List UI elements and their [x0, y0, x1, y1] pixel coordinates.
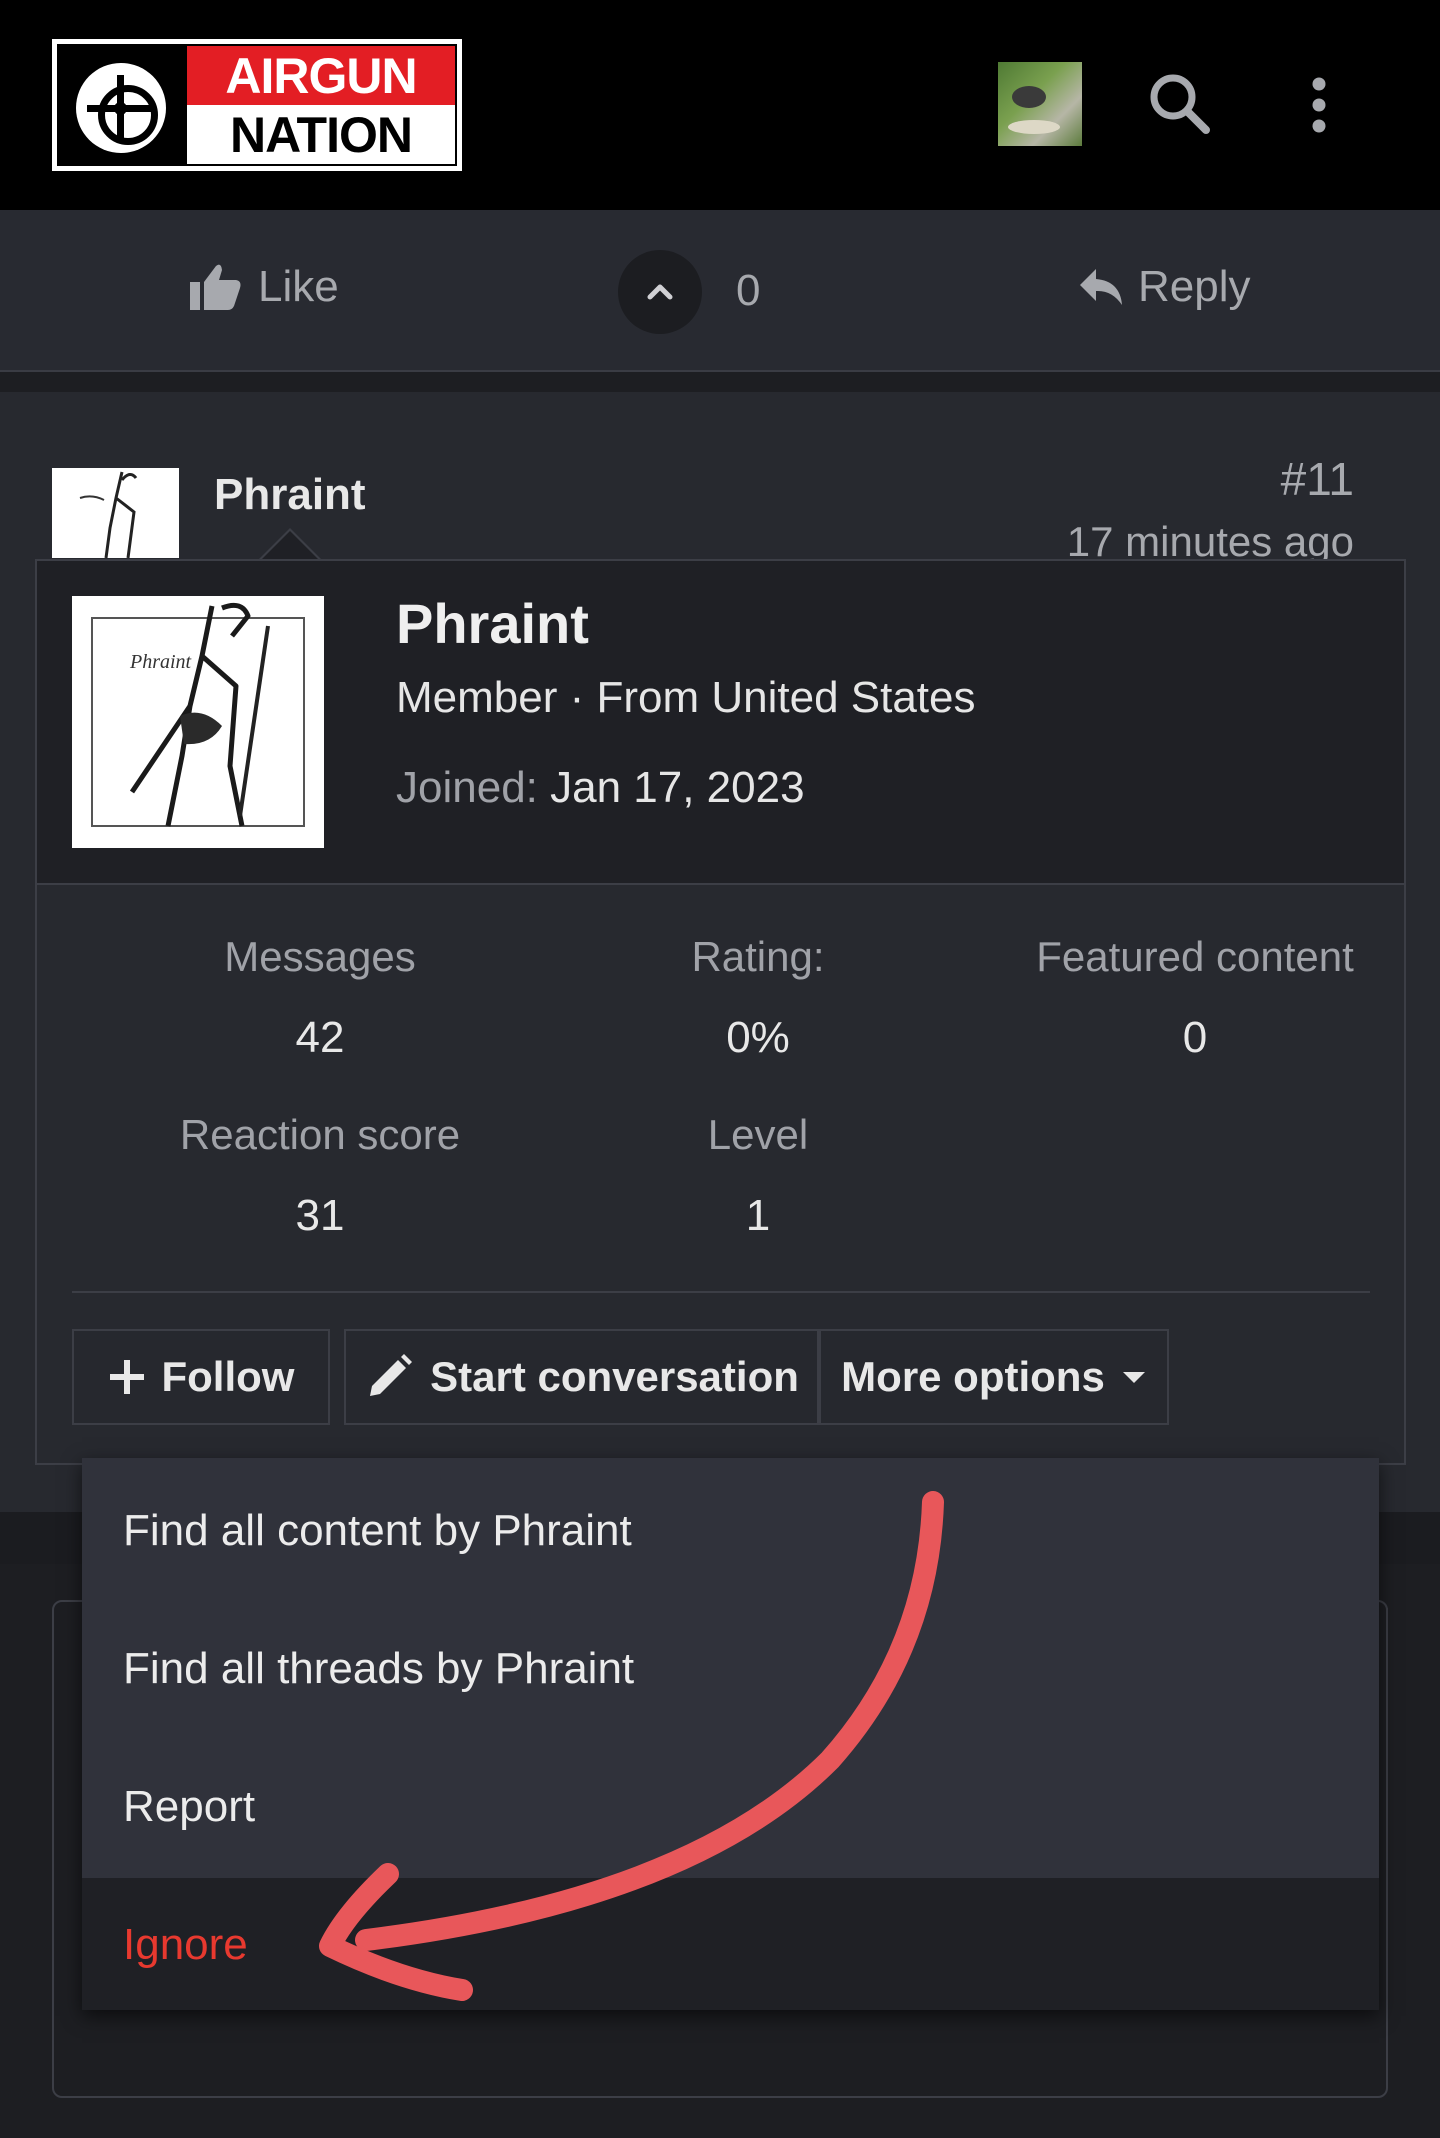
like-button[interactable]: Like: [188, 262, 339, 312]
search-button[interactable]: [1140, 64, 1220, 144]
current-user-avatar[interactable]: [998, 62, 1082, 146]
post-number[interactable]: #11: [1281, 452, 1354, 506]
stat-label: Level: [707, 1111, 809, 1158]
start-conversation-button[interactable]: Start conversation: [344, 1329, 819, 1425]
chevron-up-icon: [647, 284, 673, 300]
menu-item-report[interactable]: Report: [123, 1782, 255, 1832]
more-menu-button[interactable]: [1280, 64, 1360, 144]
vote-count: 0: [736, 266, 761, 315]
stat-rating: Rating: 0%: [538, 933, 978, 1063]
tooltip-divider: [72, 1291, 1370, 1293]
joined-value: Jan 17, 2023: [550, 763, 805, 812]
member-name[interactable]: Phraint: [396, 591, 589, 656]
member-meta: Member · From United States: [396, 673, 976, 722]
reply-arrow-icon: [1080, 269, 1122, 305]
site-logo[interactable]: AIRGUN NATION: [52, 39, 462, 171]
logo-text-line1: AIRGUN: [187, 46, 455, 105]
stat-value: 31: [295, 1191, 345, 1240]
joined-label: Joined:: [396, 763, 538, 812]
member-joined: Joined: Jan 17, 2023: [396, 763, 805, 813]
stat-label: Featured content: [1036, 933, 1354, 980]
svg-text:Phraint: Phraint: [129, 651, 192, 673]
stat-label: Reaction score: [179, 1111, 461, 1158]
crosshair-logo-icon: [59, 46, 187, 164]
more-options-menu: Find all content by Phraint Find all thr…: [82, 1458, 1379, 2010]
reply-button[interactable]: Reply: [1078, 262, 1251, 312]
logo-text-line2: NATION: [187, 105, 455, 164]
search-icon: [1150, 74, 1210, 134]
stat-value: 0%: [726, 1013, 790, 1062]
plus-icon: [109, 1360, 144, 1394]
more-options-button[interactable]: More options: [819, 1329, 1169, 1425]
reply-box-edge: [1386, 1608, 1388, 1744]
member-tooltip: Phraint Phraint Member · From United Sta…: [35, 559, 1406, 1465]
stat-featured-content[interactable]: Featured content 0: [975, 933, 1415, 1063]
stat-value: 1: [745, 1191, 771, 1240]
post-action-bar: Like 0 Reply: [0, 210, 1440, 372]
like-label: Like: [258, 262, 339, 311]
reply-label: Reply: [1138, 262, 1251, 311]
pencil-icon: [370, 1354, 413, 1396]
thumbs-up-icon: [190, 264, 241, 310]
stat-value: 0: [1182, 1013, 1208, 1062]
start-conversation-label: Start conversation: [430, 1353, 799, 1400]
menu-item-ignore[interactable]: Ignore: [123, 1920, 248, 1970]
tooltip-arrow: [258, 528, 322, 561]
caret-down-icon: [1122, 1372, 1145, 1383]
stat-messages[interactable]: Messages 42: [100, 933, 540, 1063]
stat-label: Rating:: [691, 933, 825, 980]
upvote-button[interactable]: [618, 250, 702, 334]
more-options-label: More options: [841, 1353, 1105, 1400]
menu-item-find-content[interactable]: Find all content by Phraint: [123, 1506, 632, 1556]
stat-label: Messages: [224, 933, 416, 980]
member-avatar[interactable]: Phraint: [72, 596, 324, 848]
stat-reaction-score: Reaction score 31: [100, 1111, 540, 1241]
more-vertical-icon: [1312, 77, 1326, 133]
follow-button[interactable]: Follow: [72, 1329, 330, 1425]
top-bar: AIRGUN NATION: [0, 0, 1440, 210]
stat-level: Level 1: [538, 1111, 978, 1241]
menu-item-find-threads[interactable]: Find all threads by Phraint: [123, 1644, 634, 1694]
follow-label: Follow: [161, 1353, 295, 1400]
post-author-avatar[interactable]: [52, 468, 179, 558]
post-author-name[interactable]: Phraint: [214, 470, 366, 520]
member-tooltip-header: Phraint Phraint Member · From United Sta…: [37, 561, 1404, 885]
stat-value: 42: [295, 1013, 345, 1062]
